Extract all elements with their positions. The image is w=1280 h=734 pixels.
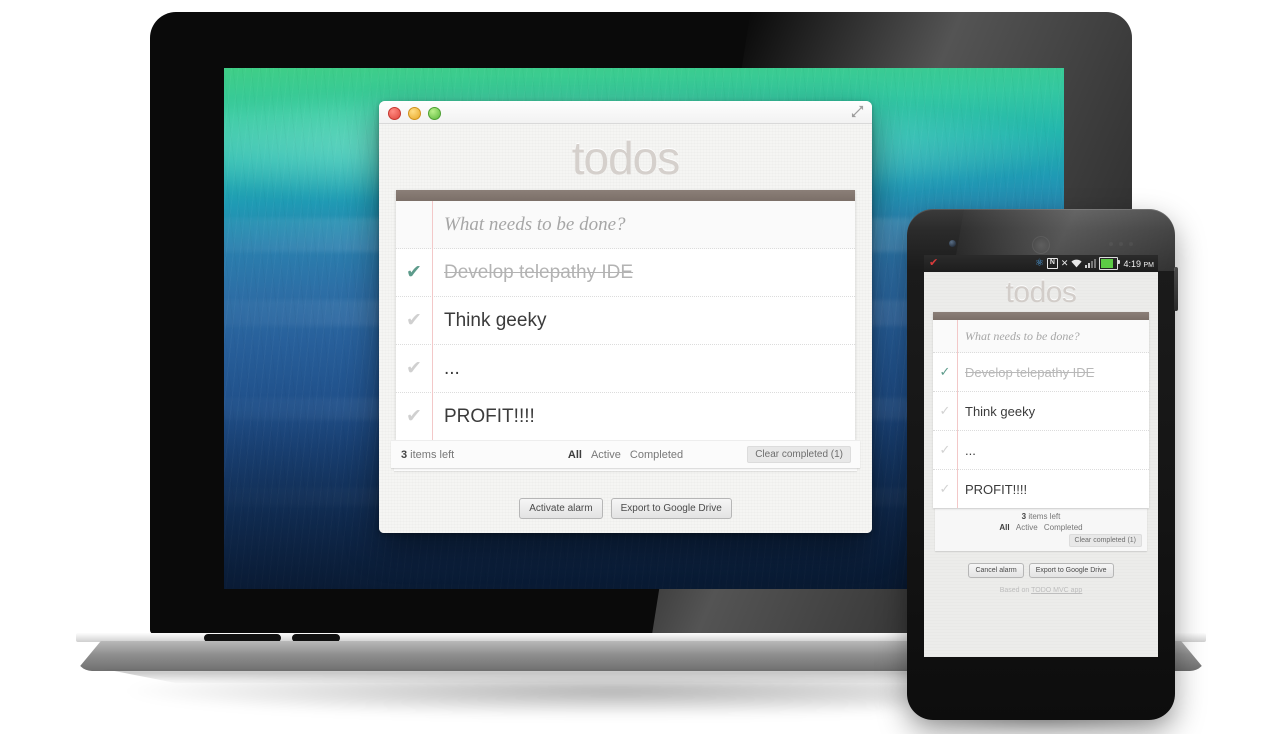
- phone-clear-wrap: Clear completed (1): [935, 534, 1147, 547]
- phone-todomvc-link[interactable]: TODO MVC app: [1031, 587, 1082, 594]
- todo-checkbox[interactable]: ✔: [396, 309, 432, 332]
- phone-todo-label: Develop telepathy IDE: [965, 364, 1095, 380]
- laptop-port: [292, 634, 340, 642]
- window-controls: [388, 107, 441, 120]
- phone-device: ✔ ⚛ N ✕ 4:19 PM todos What needs to be d…: [901, 209, 1181, 733]
- phone-items-left-text: items left: [1026, 512, 1061, 521]
- phone-cancel-alarm-button[interactable]: Cancel alarm: [968, 563, 1024, 578]
- phone-todo-checkbox[interactable]: ✓: [933, 403, 957, 419]
- phone-credit-prefix: Based on: [999, 587, 1032, 594]
- phone-todo-item[interactable]: ✓ ...: [933, 431, 1149, 470]
- phone-screen: ✔ ⚛ N ✕ 4:19 PM todos What needs to be d…: [924, 255, 1158, 657]
- phone-new-todo-row[interactable]: What needs to be done?: [933, 320, 1149, 353]
- todo-label: ...: [444, 357, 460, 379]
- proximity-sensor-icon: [1109, 242, 1133, 246]
- status-icons: ⚛ N ✕ 4:19 PM: [1035, 257, 1154, 270]
- todo-footer: 3 items left All Active Completed Clear …: [391, 440, 860, 469]
- status-bar-clock: 4:19 PM: [1123, 259, 1154, 269]
- todo-label: Develop telepathy IDE: [444, 261, 634, 283]
- phone-todo-item[interactable]: ✓ PROFIT!!!!: [933, 470, 1149, 508]
- window-titlebar[interactable]: [379, 101, 872, 124]
- phone-items-left-count: 3 items left: [935, 512, 1147, 521]
- todo-app-window: todos What needs to be done? ✔ Develop t…: [379, 101, 872, 533]
- phone-filter-active[interactable]: Active: [1016, 523, 1038, 532]
- phone-todo-app: todos What needs to be done? ✓ Develop t…: [924, 272, 1158, 657]
- action-button-row: Activate alarm Export to Google Drive: [379, 498, 872, 520]
- filter-active[interactable]: Active: [591, 449, 621, 461]
- todo-item[interactable]: ✔ PROFIT!!!!: [396, 393, 855, 441]
- items-left-text: items left: [407, 448, 455, 461]
- fullscreen-arrows-icon[interactable]: [851, 105, 864, 118]
- phone-filter-group: All Active Completed: [935, 523, 1147, 532]
- clock-meridiem: PM: [1143, 261, 1155, 269]
- phone-margin-rule: [957, 320, 958, 508]
- battery-icon: [1099, 257, 1121, 270]
- todo-label: Think geeky: [444, 309, 547, 331]
- toggle-all-bar[interactable]: [396, 190, 855, 202]
- app-title: todos: [571, 132, 681, 184]
- phone-todo-checkbox[interactable]: ✓: [933, 442, 957, 458]
- filter-completed[interactable]: Completed: [630, 449, 683, 461]
- phone-todo-checkbox[interactable]: ✓: [933, 364, 957, 380]
- zoom-button[interactable]: [428, 107, 441, 120]
- wifi-icon: [1071, 259, 1083, 268]
- todo-label: PROFIT!!!!: [444, 405, 535, 427]
- bluetooth-icon: ⚛: [1034, 258, 1044, 269]
- filter-all[interactable]: All: [568, 449, 582, 461]
- todo-item[interactable]: ✔ ...: [396, 345, 855, 394]
- new-todo-placeholder: What needs to be done?: [444, 213, 626, 235]
- phone-todo-label: Think geeky: [965, 403, 1036, 419]
- red-check-icon: ✔: [929, 257, 939, 269]
- margin-rule: [432, 201, 433, 441]
- phone-todo-checkbox[interactable]: ✓: [933, 481, 957, 497]
- front-camera-icon: [949, 240, 956, 247]
- todo-checkbox[interactable]: ✔: [396, 405, 432, 428]
- signal-bars-icon: [1085, 259, 1097, 268]
- todo-item[interactable]: ✔ Think geeky: [396, 297, 855, 346]
- android-status-bar: ✔ ⚛ N ✕ 4:19 PM: [924, 255, 1158, 272]
- items-left-count: 3 items left: [401, 449, 454, 461]
- earpiece-speaker-icon: [1032, 236, 1050, 254]
- nfc-icon: N: [1046, 258, 1058, 269]
- phone-clear-completed-button[interactable]: Clear completed (1): [1068, 534, 1142, 547]
- minimize-button[interactable]: [408, 107, 421, 120]
- phone-todo-label: ...: [965, 442, 976, 458]
- filter-group: All Active Completed: [568, 449, 683, 461]
- todo-checkbox[interactable]: ✔: [396, 261, 432, 284]
- phone-todo-item[interactable]: ✓ Think geeky: [933, 392, 1149, 431]
- phone-todo-list-card: What needs to be done? ✓ Develop telepat…: [933, 312, 1149, 508]
- phone-todo-footer: 3 items left All Active Completed Clear …: [935, 508, 1147, 551]
- close-button[interactable]: [388, 107, 401, 120]
- phone-new-todo-placeholder: What needs to be done?: [965, 328, 1080, 343]
- phone-filter-all[interactable]: All: [999, 523, 1009, 532]
- clear-completed-button[interactable]: Clear completed (1): [747, 446, 851, 464]
- phone-credit-line: Based on TODO MVC app: [924, 587, 1158, 594]
- todo-app-body: todos What needs to be done? ✔ Develop t…: [379, 124, 872, 533]
- phone-toggle-all-bar[interactable]: [933, 312, 1149, 320]
- vibrate-off-icon: ✕: [1060, 258, 1069, 268]
- phone-app-title: todos: [1005, 276, 1077, 309]
- clock-time: 4:19: [1123, 258, 1141, 269]
- power-button[interactable]: [1174, 267, 1178, 311]
- scene: todos What needs to be done? ✔ Develop t…: [0, 0, 1280, 734]
- phone-filter-completed[interactable]: Completed: [1044, 523, 1083, 532]
- todo-list-card: What needs to be done? ✔ Develop telepat…: [396, 190, 855, 441]
- laptop-port: [204, 634, 281, 642]
- todo-item[interactable]: ✔ Develop telepathy IDE: [396, 249, 855, 298]
- export-google-drive-button[interactable]: Export to Google Drive: [610, 498, 732, 520]
- phone-export-google-drive-button[interactable]: Export to Google Drive: [1028, 563, 1114, 578]
- phone-todo-item[interactable]: ✓ Develop telepathy IDE: [933, 353, 1149, 392]
- todo-checkbox[interactable]: ✔: [396, 357, 432, 380]
- phone-todo-label: PROFIT!!!!: [965, 481, 1028, 497]
- phone-action-button-row: Cancel alarm Export to Google Drive: [924, 563, 1158, 578]
- activate-alarm-button[interactable]: Activate alarm: [519, 498, 603, 520]
- new-todo-row[interactable]: What needs to be done?: [396, 201, 855, 250]
